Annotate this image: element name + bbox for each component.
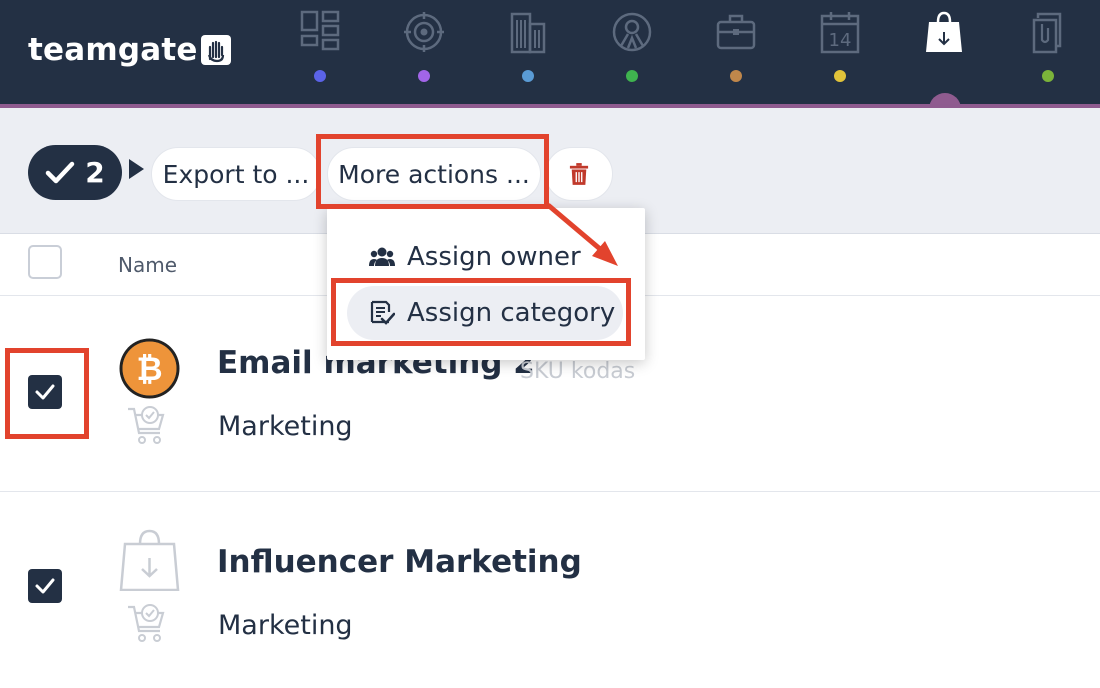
nav-products[interactable]: [909, 0, 979, 100]
row-title[interactable]: Influencer Marketing: [217, 544, 582, 580]
selected-count-badge[interactable]: 2: [28, 145, 122, 200]
nav-deals[interactable]: [701, 0, 771, 100]
calendar-icon: 14: [820, 12, 860, 54]
nav-indicator-dot: [730, 70, 742, 82]
menu-item-label: Assign owner: [407, 242, 581, 272]
logo-text: teamgate: [28, 32, 198, 68]
row-category: Marketing: [218, 411, 353, 442]
dashboard-icon: [300, 10, 340, 51]
checkmark-icon: [46, 161, 75, 183]
table-row[interactable]: Influencer Marketing Marketing: [0, 492, 1100, 688]
select-all-checkbox[interactable]: [28, 245, 62, 279]
trash-icon: [569, 163, 589, 185]
nav-leads[interactable]: [389, 0, 459, 100]
bitcoin-icon: ₿: [119, 338, 180, 399]
category-icon: [370, 300, 395, 325]
nav-indicator-dot: [626, 70, 638, 82]
checkmark-icon: [35, 384, 55, 400]
target-icon: [404, 12, 444, 52]
logo-hand-icon: [200, 35, 231, 65]
svg-text:14: 14: [829, 30, 852, 51]
nav-documents[interactable]: [1013, 0, 1083, 100]
more-actions-button[interactable]: More actions ...: [327, 147, 541, 201]
nav-dashboard[interactable]: [285, 0, 355, 100]
users-icon: [369, 247, 395, 266]
people-icon: [612, 12, 652, 52]
row-category: Marketing: [218, 610, 353, 641]
nav-people[interactable]: [597, 0, 667, 100]
cart-check-icon: [128, 604, 165, 642]
row-sku: SKU kodas: [520, 359, 636, 384]
nav-indicator-dot: [522, 70, 534, 82]
nav-indicator-dot: [834, 70, 846, 82]
caret-right-icon: [129, 159, 144, 179]
selected-count: 2: [85, 156, 105, 189]
companies-icon: [510, 12, 546, 54]
nav-calendar[interactable]: 14: [805, 0, 875, 100]
cart-check-icon: [128, 406, 165, 444]
menu-item-assign-category[interactable]: Assign category: [347, 286, 623, 340]
products-icon: [926, 11, 962, 52]
nav-indicator-dot: [418, 70, 430, 82]
shopping-bag-icon: [119, 529, 180, 591]
column-header-name[interactable]: Name: [118, 253, 177, 277]
more-actions-dropdown: Assign owner Assign category: [327, 208, 645, 360]
teamgate-logo[interactable]: teamgate: [28, 30, 231, 70]
nav-indicator-dot: [314, 70, 326, 82]
delete-button[interactable]: [545, 147, 613, 201]
menu-item-label: Assign category: [407, 298, 616, 328]
row-checkbox[interactable]: [28, 569, 62, 603]
export-button[interactable]: Export to ...: [151, 147, 321, 201]
nav-companies[interactable]: [493, 0, 563, 100]
nav-indicator-dot: [1042, 70, 1054, 82]
export-button-label: Export to ...: [162, 159, 310, 189]
more-actions-label: More actions ...: [338, 159, 530, 189]
menu-item-assign-owner[interactable]: Assign owner: [347, 230, 623, 284]
documents-icon: [1032, 12, 1062, 54]
svg-text:₿: ₿: [136, 350, 162, 388]
row-checkbox[interactable]: [28, 375, 62, 409]
briefcase-icon: [716, 14, 756, 50]
checkmark-icon: [35, 578, 55, 594]
